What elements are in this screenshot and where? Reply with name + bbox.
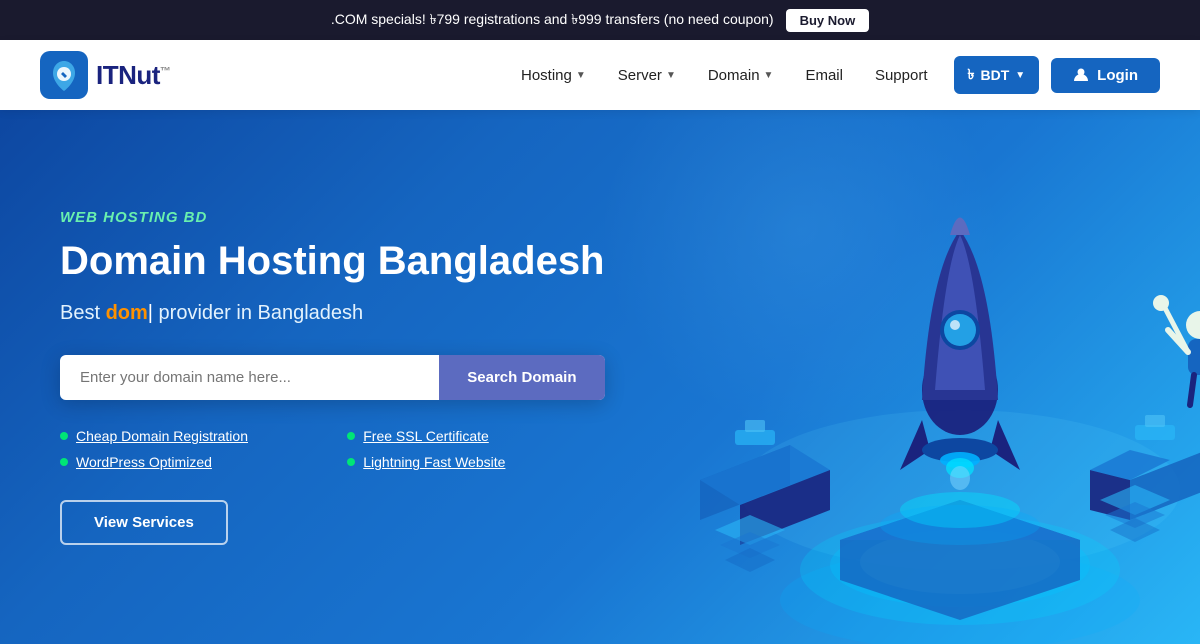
cheap-domain-link[interactable]: Cheap Domain Registration	[76, 428, 248, 444]
feature-wordpress: WordPress Optimized	[60, 454, 317, 470]
announcement-text: .COM specials! ৳799 registrations and ৳9…	[331, 8, 774, 32]
bullet-dot	[60, 432, 68, 440]
features-list: Cheap Domain Registration Free SSL Certi…	[60, 428, 605, 470]
bullet-dot	[60, 458, 68, 466]
hero-subtitle: Best dom| provider in Bangladesh	[60, 302, 605, 325]
hero-section: WEB HOSTING BD Domain Hosting Bangladesh…	[0, 110, 1200, 644]
bullet-dot	[347, 458, 355, 466]
hero-title: Domain Hosting Bangladesh	[60, 238, 605, 284]
buy-now-button[interactable]: Buy Now	[786, 9, 870, 32]
logo-text: ITNut™	[96, 60, 170, 91]
logo-icon	[40, 51, 88, 99]
navbar: ITNut™ Hosting ▼ Server ▼ Domain ▼ Email…	[0, 40, 1200, 110]
hero-tag: WEB HOSTING BD	[60, 209, 605, 226]
feature-lightning: Lightning Fast Website	[347, 454, 604, 470]
chevron-down-icon: ▼	[1015, 70, 1025, 81]
lightning-link[interactable]: Lightning Fast Website	[363, 454, 505, 470]
login-button[interactable]: Login	[1051, 58, 1160, 93]
chevron-down-icon: ▼	[576, 70, 586, 81]
logo-link[interactable]: ITNut™	[40, 51, 170, 99]
nav-domain[interactable]: Domain ▼	[694, 59, 788, 92]
chevron-down-icon: ▼	[666, 70, 676, 81]
user-icon	[1073, 67, 1089, 83]
hero-content: WEB HOSTING BD Domain Hosting Bangladesh…	[60, 209, 605, 545]
search-domain-button[interactable]: Search Domain	[439, 355, 604, 400]
domain-search-bar: Search Domain	[60, 355, 605, 400]
feature-ssl: Free SSL Certificate	[347, 428, 604, 444]
wordpress-link[interactable]: WordPress Optimized	[76, 454, 212, 470]
announcement-bar: .COM specials! ৳799 registrations and ৳9…	[0, 0, 1200, 40]
nav-email[interactable]: Email	[791, 59, 857, 92]
ssl-link[interactable]: Free SSL Certificate	[363, 428, 489, 444]
currency-selector[interactable]: ৳ BDT ▼	[954, 56, 1040, 94]
view-services-button[interactable]: View Services	[60, 500, 228, 545]
nav-support[interactable]: Support	[861, 59, 942, 92]
nav-server[interactable]: Server ▼	[604, 59, 690, 92]
nav-hosting[interactable]: Hosting ▼	[507, 59, 600, 92]
feature-cheap-domain: Cheap Domain Registration	[60, 428, 317, 444]
chevron-down-icon: ▼	[764, 70, 774, 81]
currency-symbol: ৳	[968, 63, 975, 87]
nav-links: Hosting ▼ Server ▼ Domain ▼ Email Suppor…	[507, 56, 1160, 94]
domain-search-input[interactable]	[60, 355, 439, 400]
currency-code: BDT	[980, 67, 1009, 83]
hero-illustration	[560, 110, 1200, 644]
bullet-dot	[347, 432, 355, 440]
